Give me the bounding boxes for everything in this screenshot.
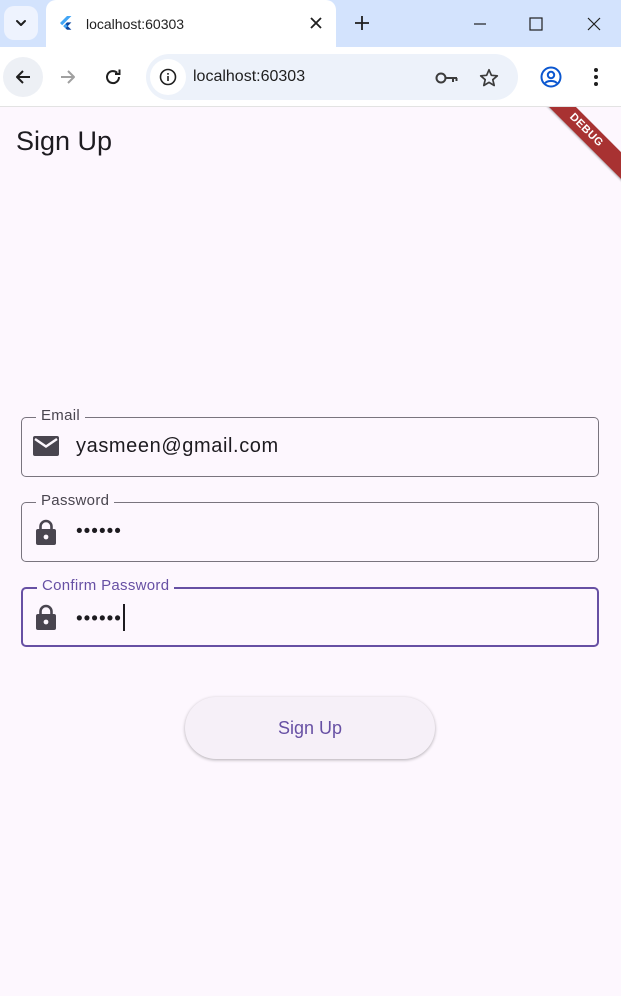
lock-icon (33, 519, 59, 545)
close-window-button[interactable] (580, 10, 608, 38)
email-value: yasmeen@gmail.com (76, 435, 279, 457)
sign-up-button[interactable]: Sign Up (185, 697, 435, 759)
close-icon (587, 17, 601, 31)
tab-close-button[interactable] (306, 13, 326, 33)
tab-title: localhost:60303 (86, 16, 185, 32)
more-vert-icon (594, 68, 598, 86)
info-icon (159, 68, 177, 86)
flutter-icon (60, 16, 72, 30)
forward-button[interactable] (48, 57, 88, 97)
confirm-password-field[interactable]: Confirm Password •••••• (21, 577, 599, 647)
maximize-button[interactable] (522, 10, 550, 38)
reload-button[interactable] (93, 57, 133, 97)
url-text: localhost:60303 (193, 68, 306, 85)
reload-icon (106, 69, 121, 85)
chrome-menu-button[interactable] (576, 57, 616, 97)
maximize-icon (529, 17, 543, 31)
page-title: Sign Up (16, 126, 113, 156)
profile-button[interactable] (531, 57, 571, 97)
password-manager-button[interactable] (434, 65, 460, 91)
close-icon (310, 17, 322, 29)
minimize-button[interactable] (466, 10, 494, 38)
browser-tab[interactable]: localhost:60303 (46, 0, 336, 47)
text-caret (122, 604, 125, 631)
email-icon (33, 434, 59, 460)
confirm-password-value-wrap: •••••• (76, 604, 125, 633)
lock-icon (33, 604, 59, 630)
star-icon (479, 68, 499, 87)
confirm-password-value: •••••• (76, 608, 122, 630)
chevron-down-icon (16, 20, 26, 26)
minimize-icon (474, 23, 486, 25)
account-icon (540, 66, 562, 88)
plus-icon (355, 16, 369, 30)
email-field[interactable]: Email yasmeen@gmail.com (21, 407, 599, 477)
new-tab-button[interactable] (350, 11, 374, 35)
arrow-left-icon (16, 70, 30, 84)
key-icon (435, 72, 458, 84)
tab-strip: localhost:60303 (0, 0, 621, 47)
address-bar[interactable]: localhost:60303 (146, 54, 518, 100)
arrow-right-icon (61, 70, 75, 84)
browser-toolbar: localhost:60303 (0, 47, 621, 107)
bookmark-button[interactable] (476, 65, 502, 91)
password-label: Password (36, 492, 115, 509)
email-label: Email (36, 407, 86, 424)
site-info-button[interactable] (150, 59, 186, 95)
confirm-password-label: Confirm Password (37, 577, 175, 594)
app-viewport: Sign Up DEBUG Email yasmeen@gmail.com Pa… (0, 107, 621, 996)
back-button[interactable] (3, 57, 43, 97)
password-field[interactable]: Password •••••• (21, 492, 599, 562)
debug-banner: DEBUG (515, 107, 621, 201)
tab-search-button[interactable] (4, 6, 38, 40)
password-value: •••••• (76, 521, 122, 542)
